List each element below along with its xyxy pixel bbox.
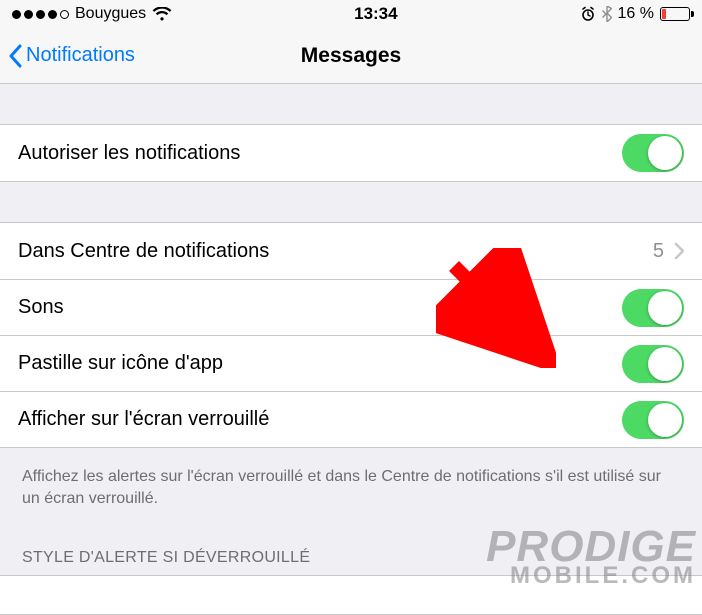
bluetooth-icon xyxy=(602,6,612,22)
back-label: Notifications xyxy=(26,44,135,67)
settings-screen: Bouygues 13:34 16 % Notifications Messag… xyxy=(0,0,702,600)
chevron-left-icon xyxy=(8,44,22,68)
row-badge: Pastille sur icône d'app xyxy=(0,335,702,391)
status-bar: Bouygues 13:34 16 % xyxy=(0,0,702,28)
settings-group-alert-style xyxy=(0,575,702,615)
settings-group-options: Dans Centre de notifications 5 Sons Past… xyxy=(0,222,702,448)
sounds-toggle[interactable] xyxy=(622,289,684,327)
alert-style-header: STYLE D'ALERTE SI DÉVERROUILLÉ xyxy=(0,549,702,575)
wifi-icon xyxy=(152,7,172,22)
badge-toggle[interactable] xyxy=(622,345,684,383)
allow-notifications-toggle[interactable] xyxy=(622,134,684,172)
page-title: Messages xyxy=(301,44,401,68)
badge-label: Pastille sur icône d'app xyxy=(18,352,223,375)
battery-percentage: 16 % xyxy=(618,5,654,23)
nav-bar: Notifications Messages xyxy=(0,28,702,84)
signal-strength-icon xyxy=(12,10,69,19)
sounds-label: Sons xyxy=(18,296,64,319)
notification-center-value: 5 xyxy=(653,240,664,263)
allow-notifications-label: Autoriser les notifications xyxy=(18,142,240,165)
battery-icon xyxy=(660,7,690,21)
row-notification-center[interactable]: Dans Centre de notifications 5 xyxy=(0,223,702,279)
status-left: Bouygues xyxy=(12,5,172,23)
alarm-icon xyxy=(580,6,596,22)
settings-group-allow: Autoriser les notifications xyxy=(0,124,702,182)
row-allow-notifications: Autoriser les notifications xyxy=(0,125,702,181)
row-sounds: Sons xyxy=(0,279,702,335)
back-button[interactable]: Notifications xyxy=(8,28,135,83)
notification-center-label: Dans Centre de notifications xyxy=(18,240,269,263)
clock: 13:34 xyxy=(354,4,397,24)
lock-screen-toggle[interactable] xyxy=(622,401,684,439)
chevron-right-icon xyxy=(674,242,684,260)
lock-screen-label: Afficher sur l'écran verrouillé xyxy=(18,408,269,431)
row-lock-screen: Afficher sur l'écran verrouillé xyxy=(0,391,702,447)
content: Autoriser les notifications Dans Centre … xyxy=(0,84,702,615)
carrier-label: Bouygues xyxy=(75,5,146,23)
status-right: 16 % xyxy=(580,5,690,23)
group-footer-text: Affichez les alertes sur l'écran verroui… xyxy=(0,456,702,509)
